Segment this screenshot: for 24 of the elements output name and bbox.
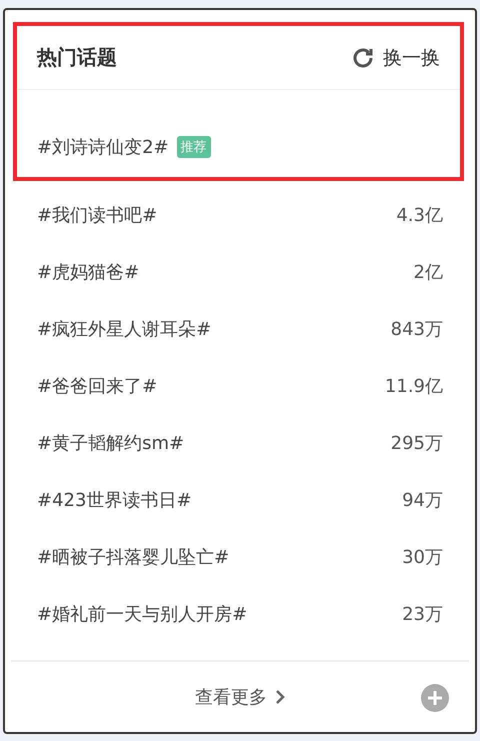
topic-count: 2亿 xyxy=(414,260,443,284)
view-more-link[interactable]: 查看更多 xyxy=(195,685,285,709)
plus-icon[interactable] xyxy=(421,684,449,712)
topic-count: 295万 xyxy=(390,432,443,454)
topic-link[interactable]: #黄子韬解约sm# xyxy=(37,430,184,454)
chevron-right-icon xyxy=(275,690,285,704)
topic-link[interactable]: #我们读书吧# xyxy=(37,202,158,226)
topic-link[interactable]: #爸爸回来了# xyxy=(37,374,158,398)
topic-link[interactable]: #423世界读书日# xyxy=(37,488,192,512)
topic-count: 94万 xyxy=(402,488,443,512)
topic-count: 843万 xyxy=(390,318,443,340)
topic-count: 11.9亿 xyxy=(384,374,443,398)
topic-link[interactable]: #疯狂外星人谢耳朵# xyxy=(37,316,212,340)
panel-title: 热门话题 xyxy=(37,44,117,71)
topic-count: 23万 xyxy=(402,602,443,626)
topic-count: 30万 xyxy=(402,546,443,568)
topic-count: 4.3亿 xyxy=(396,204,443,226)
topic-link[interactable]: #晒被子抖落婴儿坠亡# xyxy=(37,544,230,568)
recommend-tag: 推荐 xyxy=(176,136,211,158)
topic-link[interactable]: #刘诗诗仙变2# xyxy=(37,134,169,158)
topic-link[interactable]: #虎妈猫爸# xyxy=(37,260,140,284)
topic-link[interactable]: #婚礼前一天与别人开房# xyxy=(37,602,248,626)
refresh-icon xyxy=(351,46,375,70)
refresh-button[interactable]: 换一换 xyxy=(351,44,440,70)
